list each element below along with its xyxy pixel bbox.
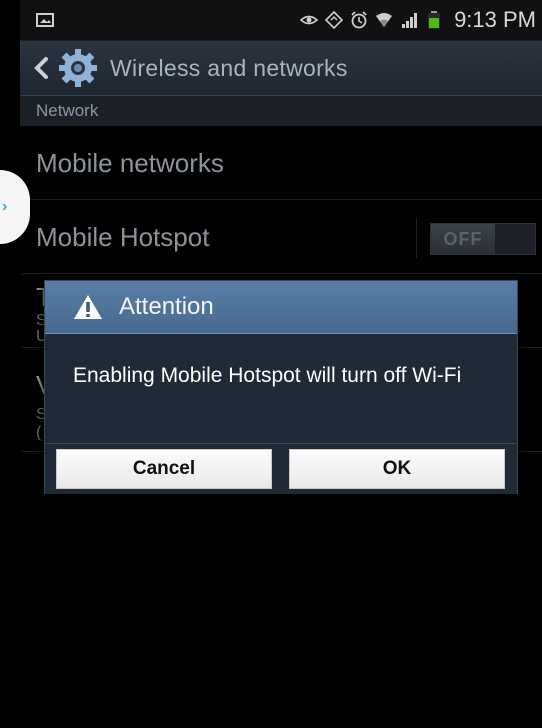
dialog-button-bar: Cancel OK — [45, 443, 517, 494]
screen: › 9:13 PM Wireless and networks Network … — [0, 0, 542, 728]
list-item-mobile-networks[interactable]: Mobile networks — [20, 126, 542, 200]
eye-icon — [300, 15, 319, 25]
warning-icon — [74, 295, 102, 319]
section-header-network: Network — [20, 96, 542, 126]
dialog-header: Attention — [45, 281, 517, 334]
wifi-icon — [376, 13, 393, 27]
list-item-mobile-hotspot[interactable]: Mobile Hotspot OFF — [20, 200, 542, 274]
cancel-button[interactable]: Cancel — [56, 449, 272, 489]
attention-dialog: Attention Enabling Mobile Hotspot will t… — [44, 280, 518, 494]
hotspot-toggle[interactable]: OFF — [430, 223, 536, 255]
toggle-state-label: OFF — [431, 224, 495, 254]
chevron-right-icon: › — [2, 198, 8, 215]
status-bar: 9:13 PM — [20, 0, 542, 41]
action-bar: Wireless and networks — [20, 41, 542, 96]
list-item-title: Mobile Hotspot — [36, 222, 210, 252]
alarm-icon — [351, 11, 367, 29]
settings-gear-icon — [59, 49, 97, 87]
back-chevron-icon — [34, 57, 48, 79]
dialog-message: Enabling Mobile Hotspot will turn off Wi… — [73, 364, 462, 387]
status-time: 9:13 PM — [454, 7, 536, 32]
signal-icon — [402, 13, 418, 28]
nfc-icon — [325, 11, 344, 29]
ok-button[interactable]: OK — [289, 449, 505, 489]
page-title: Wireless and networks — [110, 54, 348, 81]
dialog-title: Attention — [119, 293, 214, 320]
screenshot-icon — [36, 13, 54, 27]
list-item-summary: ( — [36, 424, 42, 441]
list-item-title: Mobile networks — [36, 148, 224, 178]
divider — [416, 218, 417, 258]
back-button[interactable] — [30, 53, 52, 83]
battery-icon — [428, 11, 441, 29]
